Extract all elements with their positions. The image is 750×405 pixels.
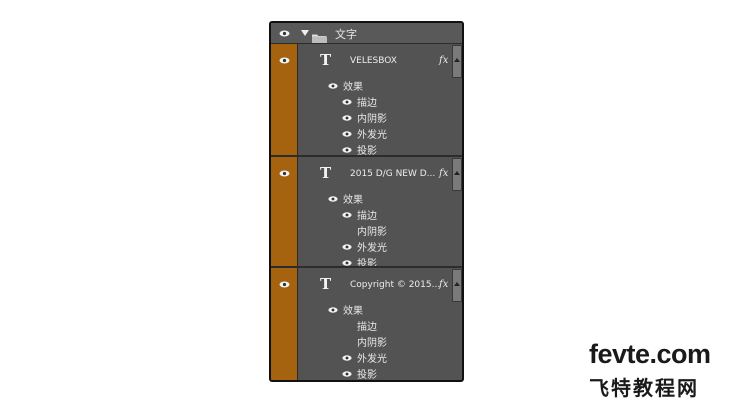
scroll-up-arrow-icon[interactable] (454, 171, 460, 175)
effect-item[interactable]: 内阴影 (357, 110, 387, 125)
watermark-site-name: 飞特教程网 (589, 376, 699, 400)
effect-item[interactable]: 外发光 (357, 126, 387, 141)
effect-item[interactable]: 内阴影 (357, 223, 387, 238)
fx-icon[interactable]: fx (439, 55, 448, 66)
effect-item[interactable]: 内阴影 (357, 334, 387, 349)
effect-item[interactable]: 外发光 (357, 239, 387, 254)
eye-icon[interactable] (342, 244, 353, 251)
effect-item[interactable]: 描边 (357, 318, 377, 333)
layer-name: 2015 D/G NEW D... (350, 169, 436, 179)
effects-label: 效果 (343, 82, 363, 93)
watermark-domain: fevte.com (589, 339, 711, 369)
layer-scrollbar[interactable] (452, 45, 462, 78)
text-layer[interactable]: T 2015 D/G NEW D... fx 效果 描边 内阴影 外发光 投影 (271, 157, 462, 270)
scroll-up-arrow-icon[interactable] (454, 58, 460, 62)
text-layer-icon: T (320, 51, 332, 69)
eye-icon[interactable] (342, 355, 353, 362)
text-layer[interactable]: T Copyright © 2015... fx 效果 描边 内阴影 外发光 投影 (271, 268, 462, 380)
layer-group-row[interactable]: 文字 (271, 23, 462, 44)
fx-icon[interactable]: fx (439, 279, 448, 290)
eye-icon[interactable] (342, 131, 353, 138)
eye-icon[interactable] (279, 281, 290, 288)
group-name: 文字 (335, 28, 357, 41)
text-layer-icon: T (320, 275, 332, 293)
effects-label: 效果 (343, 306, 363, 317)
eye-icon[interactable] (279, 57, 290, 64)
effects-label: 效果 (343, 195, 363, 206)
text-layer-icon: T (320, 164, 332, 182)
eye-icon[interactable] (342, 212, 353, 219)
scroll-up-arrow-icon[interactable] (454, 282, 460, 286)
eye-icon[interactable] (328, 307, 339, 314)
eye-icon[interactable] (279, 170, 290, 177)
eye-icon[interactable] (342, 115, 353, 122)
fx-icon[interactable]: fx (439, 168, 448, 179)
eye-icon[interactable] (342, 147, 353, 154)
layer-name: VELESBOX (350, 56, 397, 66)
layers-panel: 文字 T VELESBOX fx 效果 描边 内阴影 外发光 投影 T 2015 D/G… (269, 21, 464, 382)
eye-icon[interactable] (328, 83, 339, 90)
layer-scrollbar[interactable] (452, 158, 462, 191)
effect-item[interactable]: 描边 (357, 207, 377, 222)
eye-icon[interactable] (342, 371, 353, 378)
layer-scrollbar[interactable] (452, 269, 462, 302)
expand-triangle-icon[interactable] (301, 30, 309, 36)
text-layer[interactable]: T VELESBOX fx 效果 描边 内阴影 外发光 投影 (271, 44, 462, 157)
layer-name: Copyright © 2015... (350, 280, 441, 290)
eye-icon[interactable] (328, 196, 339, 203)
effect-item[interactable]: 描边 (357, 94, 377, 109)
eye-icon[interactable] (279, 30, 290, 37)
effect-item[interactable]: 外发光 (357, 350, 387, 365)
eye-icon[interactable] (342, 99, 353, 106)
effect-item[interactable]: 投影 (357, 366, 377, 380)
